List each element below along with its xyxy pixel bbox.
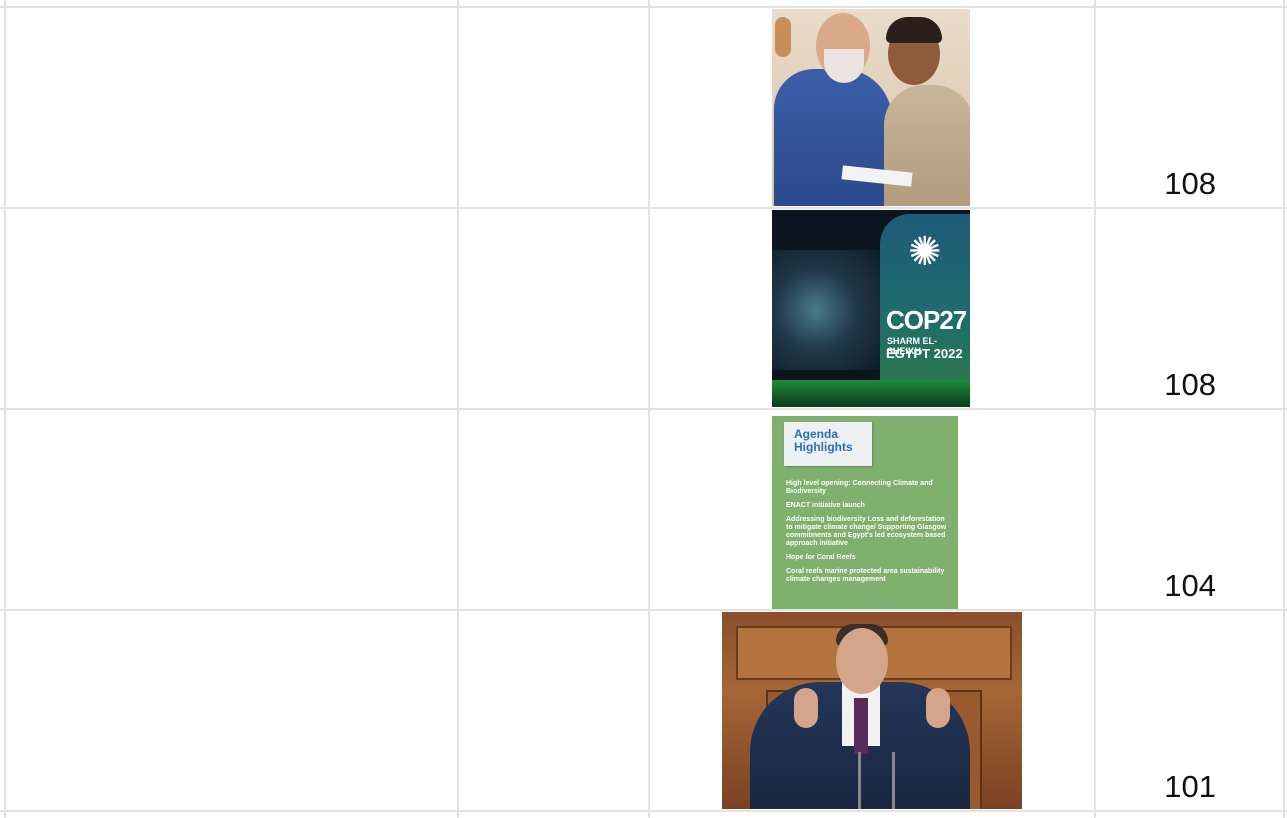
row-divider — [0, 207, 1287, 209]
agenda-item: High level opening: Connecting Climate a… — [786, 480, 933, 495]
row-4-value[interactable]: 101 — [1096, 769, 1216, 805]
row-2-value[interactable]: 108 — [1096, 367, 1216, 403]
row-3-image[interactable]: Agenda Highlights High level opening: Co… — [772, 416, 958, 609]
agenda-item: Hope for Coral Reefs — [786, 554, 856, 561]
row-4-image[interactable] — [722, 612, 1022, 809]
man-suit — [774, 69, 892, 206]
woman-hair — [886, 17, 942, 43]
microphone — [858, 752, 861, 809]
row-1-value[interactable]: 108 — [1096, 166, 1216, 202]
speaker-tie — [854, 698, 868, 754]
agenda-tab: Agenda Highlights — [784, 422, 872, 466]
speaker-head — [836, 628, 888, 694]
stage-floor — [772, 380, 970, 407]
speaker-left-hand — [794, 688, 818, 728]
woman-top — [884, 85, 970, 206]
agenda-item: Coral reefs marine protected area sustai… — [786, 568, 945, 583]
spreadsheet-grid — [0, 0, 1287, 818]
agenda-item: ENACT initiative launch — [786, 502, 865, 509]
cop27-logo-text: COP27 — [886, 305, 967, 335]
cop27-year: EGYPT 2022 — [886, 346, 963, 361]
microphone — [892, 752, 895, 809]
agenda-list: High level opening: Connecting Climate a… — [786, 480, 950, 590]
row-divider — [0, 810, 1287, 812]
row-1-image[interactable] — [772, 9, 970, 206]
sun-burst-icon: ✺ — [908, 230, 942, 274]
row-divider — [0, 6, 1287, 8]
lamp-shape — [775, 17, 791, 57]
row-divider — [0, 609, 1287, 611]
row-2-image[interactable]: ✺ COP27 SHARM EL-SHEIKH EGYPT 2022 — [772, 210, 970, 407]
row-divider — [0, 408, 1287, 410]
speaker-right-hand — [926, 688, 950, 728]
globe-screen — [772, 250, 882, 370]
agenda-title: Agenda Highlights — [794, 427, 853, 454]
agenda-item: Addressing biodiversity Loss and defores… — [786, 516, 947, 547]
row-3-value[interactable]: 104 — [1096, 568, 1216, 604]
